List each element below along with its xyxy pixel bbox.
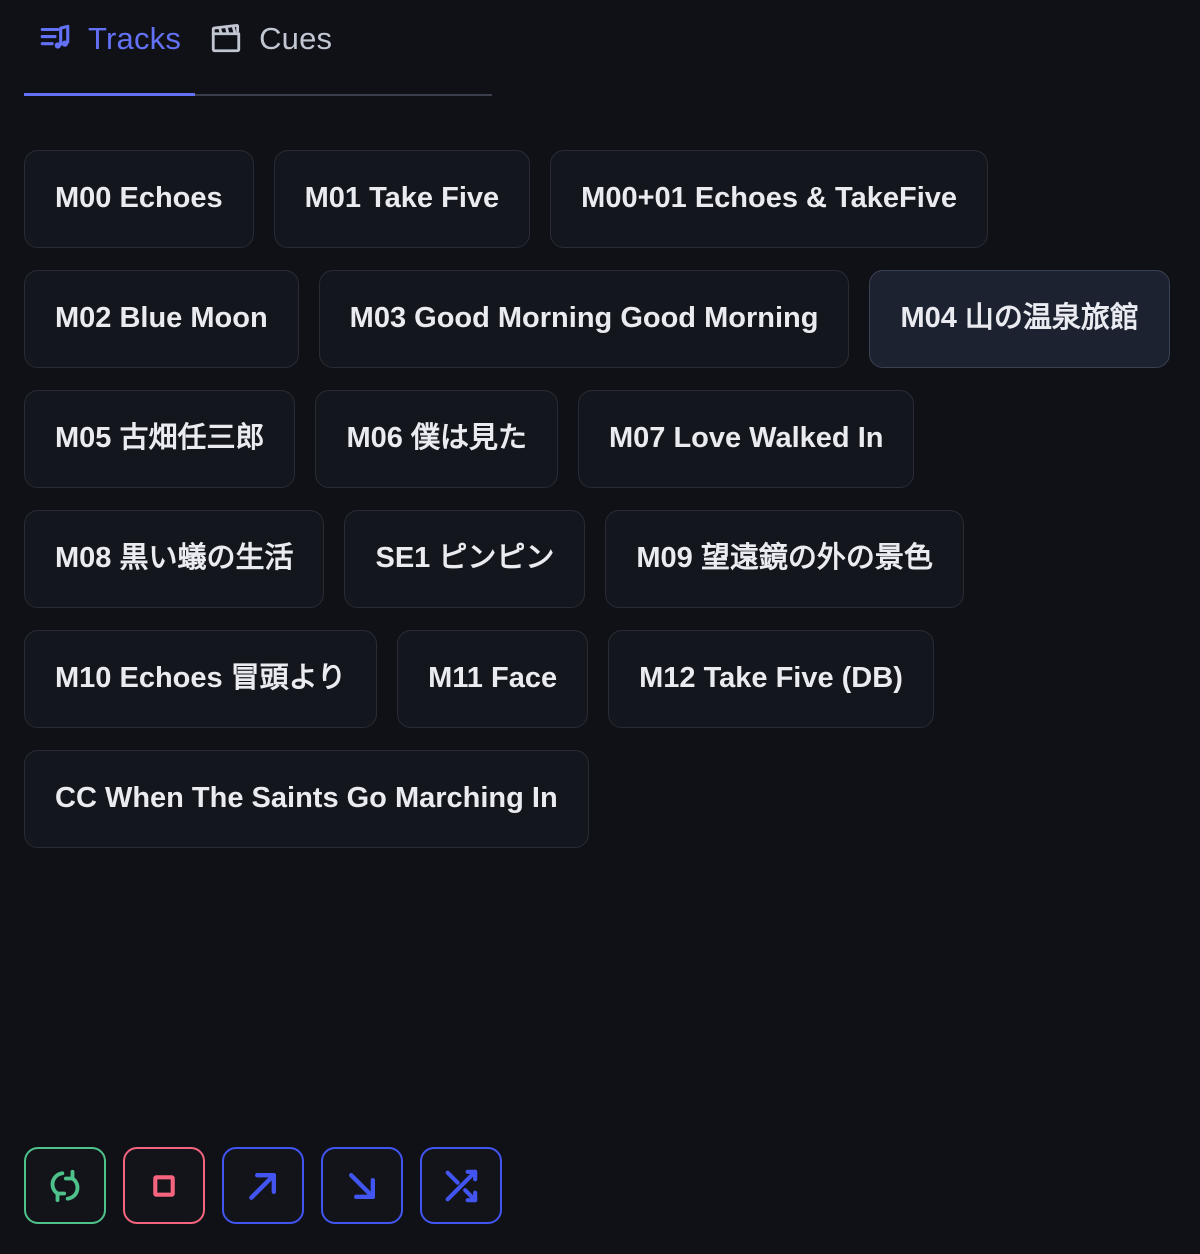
shuffle-icon <box>441 1166 481 1206</box>
fade-in-button[interactable] <box>222 1147 304 1224</box>
track-button[interactable]: M11 Face <box>397 630 589 728</box>
stop-button[interactable] <box>123 1147 205 1224</box>
stop-square-icon <box>145 1167 183 1205</box>
app-root: Tracks Cues M00 Echoes M01 Take Five M00+0… <box>0 0 1200 1254</box>
tracks-panel: M00 Echoes M01 Take Five M00+01 Echoes & T… <box>0 96 1200 1147</box>
transport-controls <box>0 1147 1200 1254</box>
shuffle-button[interactable] <box>420 1147 502 1224</box>
repeat-icon <box>45 1166 85 1206</box>
list-music-icon <box>38 21 72 55</box>
tab-tracks[interactable]: Tracks <box>24 0 196 96</box>
track-button[interactable]: M03 Good Morning Good Morning <box>318 270 850 368</box>
tab-cues-label: Cues <box>259 20 333 56</box>
track-button[interactable]: SE1 ピンピン <box>344 510 586 608</box>
track-button[interactable]: M12 Take Five (DB) <box>608 630 934 728</box>
arrow-down-right-icon <box>342 1166 382 1206</box>
track-button[interactable]: M06 僕は見た <box>315 390 558 488</box>
tab-bar: Tracks Cues <box>24 0 492 96</box>
tab-cues[interactable]: Cues <box>195 0 346 94</box>
track-button[interactable]: CC When The Saints Go Marching In <box>24 750 589 848</box>
track-button[interactable]: M09 望遠鏡の外の景色 <box>605 510 964 608</box>
track-button[interactable]: M10 Echoes 冒頭より <box>24 630 378 728</box>
track-button[interactable]: M07 Love Walked In <box>577 390 915 488</box>
track-button[interactable]: M04 山の温泉旅館 <box>869 270 1170 368</box>
fade-out-button[interactable] <box>321 1147 403 1224</box>
track-button[interactable]: M00 Echoes <box>24 150 254 248</box>
track-button[interactable]: M02 Blue Moon <box>24 270 299 368</box>
clapperboard-icon <box>209 21 243 55</box>
track-button[interactable]: M05 古畑任三郎 <box>24 390 296 488</box>
arrow-up-right-icon <box>243 1166 283 1206</box>
track-list: M00 Echoes M01 Take Five M00+01 Echoes & T… <box>24 150 1176 848</box>
track-button[interactable]: M08 黒い蟻の生活 <box>24 510 325 608</box>
track-button[interactable]: M00+01 Echoes & TakeFive <box>550 150 989 248</box>
loop-button[interactable] <box>24 1147 106 1224</box>
tab-tracks-label: Tracks <box>88 20 182 56</box>
track-button[interactable]: M01 Take Five <box>273 150 531 248</box>
